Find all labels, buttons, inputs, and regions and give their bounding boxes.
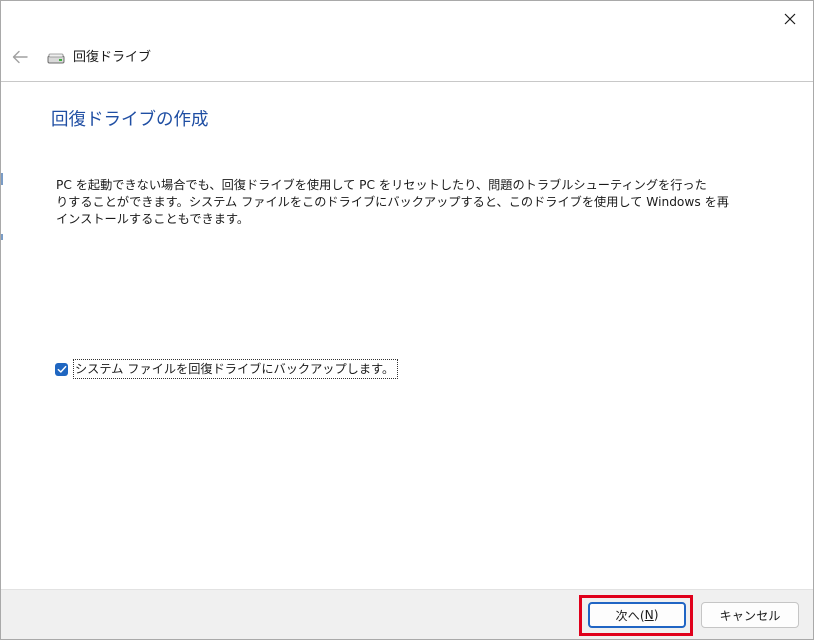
description-line: インストールすることもできます。	[56, 212, 250, 226]
next-button-mnemonic: N	[644, 608, 654, 622]
title-bar: 回復ドライブ	[1, 37, 813, 81]
close-button[interactable]	[767, 1, 813, 37]
window-title: 回復ドライブ	[73, 50, 152, 65]
drive-icon	[47, 53, 65, 64]
back-button[interactable]	[5, 43, 35, 71]
background-window-edge	[1, 234, 3, 240]
footer-bar: 次へ(N) キャンセル	[1, 589, 813, 639]
cancel-button[interactable]: キャンセル	[701, 602, 799, 628]
next-button[interactable]: 次へ(N)	[588, 602, 686, 628]
back-arrow-icon	[12, 50, 28, 64]
backup-system-files-option[interactable]: システム ファイルを回復ドライブにバックアップします。	[55, 358, 399, 380]
close-icon	[784, 13, 796, 25]
backup-system-files-label[interactable]: システム ファイルを回復ドライブにバックアップします。	[73, 359, 399, 379]
description: PC を起動できない場合でも、回復ドライブを使用して PC をリセットしたり、問…	[56, 177, 729, 228]
checkmark-icon	[57, 365, 66, 373]
description-line: PC を起動できない場合でも、回復ドライブを使用して PC をリセットしたり、問…	[56, 178, 707, 192]
background-window-edge	[1, 173, 3, 185]
header-divider	[1, 81, 813, 82]
description-line: りすることができます。システム ファイルをこのドライブにバックアップすると、この…	[56, 195, 729, 209]
recovery-drive-window: 回復ドライブ 回復ドライブの作成 PC を起動できない場合でも、回復ドライブを使…	[0, 0, 814, 640]
next-button-label-suffix: )	[653, 608, 659, 622]
backup-system-files-checkbox[interactable]	[55, 362, 68, 376]
page-title: 回復ドライブの作成	[51, 110, 209, 130]
next-button-label-prefix: 次へ(	[615, 609, 645, 623]
